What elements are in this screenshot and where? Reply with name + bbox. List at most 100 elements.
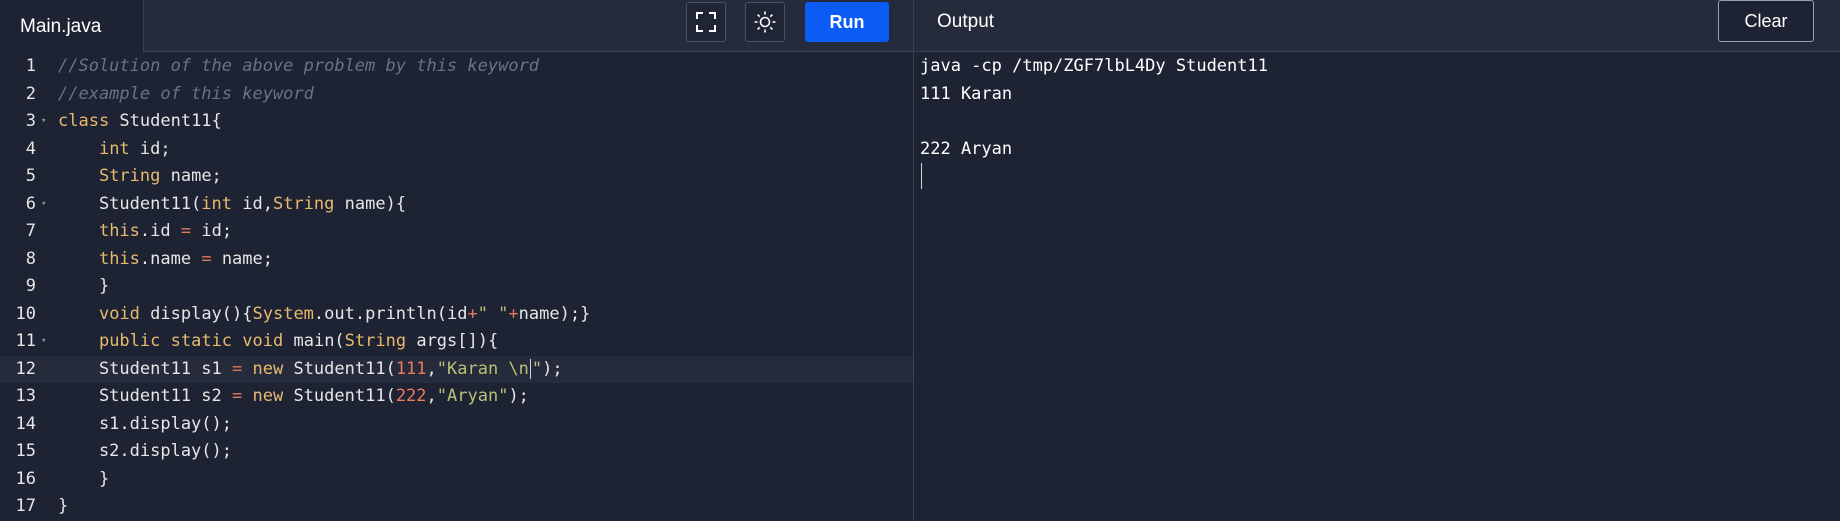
code-line[interactable]: 8 this.name = name; xyxy=(0,246,913,273)
code-line[interactable]: 6 ▾ Student11(int id,String name){ xyxy=(0,191,913,218)
code-line[interactable]: 13 Student11 s2 = new Student11(222,"Ary… xyxy=(0,383,913,410)
code-line[interactable]: 15 s2.display(); xyxy=(0,438,913,465)
code-token: Student11 s1 xyxy=(58,358,232,379)
code-text: String name; xyxy=(58,163,222,190)
line-number: 10 xyxy=(15,303,36,324)
code-token: } xyxy=(58,276,110,296)
tab-filename: Main.java xyxy=(20,15,102,37)
code-token: ); xyxy=(542,358,563,379)
code-text: int id; xyxy=(58,136,171,163)
code-token: this xyxy=(98,248,140,269)
code-token: new xyxy=(252,358,284,379)
code-text: //Solution of the above problem by this … xyxy=(58,53,539,80)
code-line[interactable]: 9 } xyxy=(0,273,913,300)
code-token: String xyxy=(98,166,161,186)
code-token: name){ xyxy=(334,193,407,214)
code-token: } xyxy=(58,496,69,516)
code-line[interactable]: 7 this.id = id; xyxy=(0,218,913,245)
code-token: "Aryan" xyxy=(436,386,509,406)
code-text: public static void main(String args[]){ xyxy=(58,328,498,355)
code-token: name; xyxy=(211,248,273,269)
code-token: void xyxy=(242,331,284,351)
code-token: , xyxy=(426,386,437,406)
line-number: 11 xyxy=(15,331,36,351)
code-text: Student11 s1 = new Student11(111,"Karan … xyxy=(58,356,563,383)
code-line[interactable]: 1 //Solution of the above problem by this… xyxy=(0,53,913,80)
theme-toggle-button[interactable] xyxy=(745,2,785,42)
code-line[interactable]: 3 ▾ class Student11{ xyxy=(0,108,913,135)
code-token: String xyxy=(344,331,407,351)
code-token: = xyxy=(180,221,192,241)
line-number: 9 xyxy=(25,276,36,296)
code-token: this xyxy=(98,221,140,241)
code-token: " xyxy=(531,358,543,379)
code-text: //example of this keyword xyxy=(58,81,314,108)
code-token: void xyxy=(98,303,140,324)
code-token: s1.display(); xyxy=(58,413,232,434)
tab-main-java[interactable]: Main.java xyxy=(0,0,144,53)
text-cursor xyxy=(529,358,531,379)
fullscreen-icon xyxy=(696,12,716,32)
code-line[interactable]: 17} xyxy=(0,493,913,520)
code-editor[interactable]: 1 //Solution of the above problem by this… xyxy=(0,52,913,521)
code-token: Student11 s2 xyxy=(58,386,232,406)
output-console[interactable]: java -cp /tmp/ZGF7lbL4Dy Student11 111 K… xyxy=(920,52,1840,521)
fullscreen-button[interactable] xyxy=(686,2,726,42)
line-number: 4 xyxy=(25,138,36,159)
code-token: //example of this keyword xyxy=(58,83,314,104)
code-token: main( xyxy=(283,331,345,351)
code-line[interactable]: 12 Student11 s1 = new Student11(111,"Kar… xyxy=(0,355,913,383)
code-text: s2.display(); xyxy=(58,438,232,465)
code-line[interactable]: 10 void display(){System.out.println(id+… xyxy=(0,301,913,328)
line-number: 16 xyxy=(15,468,36,489)
code-token: args[]){ xyxy=(406,331,499,351)
code-token: + xyxy=(508,303,519,324)
code-token: Student11( xyxy=(58,193,202,214)
line-number: 3 xyxy=(25,111,36,131)
line-number: 2 xyxy=(25,83,36,104)
clear-button[interactable]: Clear xyxy=(1718,0,1814,42)
code-line[interactable]: 16 } xyxy=(0,466,913,493)
line-number: 13 xyxy=(15,386,36,406)
line-number: 6 xyxy=(25,193,36,214)
code-line[interactable]: 4 int id; xyxy=(0,136,913,163)
code-token: System xyxy=(252,303,314,324)
line-number: 5 xyxy=(25,166,36,186)
output-title: Output xyxy=(937,11,995,32)
code-line[interactable]: 5 String name; xyxy=(0,163,913,190)
run-button[interactable]: Run xyxy=(805,2,889,42)
code-token: int xyxy=(201,193,233,214)
code-token: int xyxy=(98,138,130,159)
code-text: this.id = id; xyxy=(58,218,232,245)
code-token: 222 xyxy=(395,386,427,406)
code-token: //Solution of the above problem by this … xyxy=(58,56,540,76)
code-token: = xyxy=(232,358,243,379)
code-token: id, xyxy=(232,193,273,214)
panel-divider[interactable] xyxy=(913,0,914,521)
output-line: java -cp /tmp/ZGF7lbL4Dy Student11 xyxy=(920,56,1268,76)
code-line[interactable]: 14 s1.display(); xyxy=(0,411,913,438)
code-text: class Student11{ xyxy=(58,108,222,135)
output-line: 111 Karan xyxy=(920,84,1013,104)
top-toolbar: Main.java Run Output Clear xyxy=(0,0,1840,53)
line-number: 7 xyxy=(25,221,36,241)
code-line[interactable]: 2 //example of this keyword xyxy=(0,81,913,108)
code-token: name; xyxy=(160,166,222,186)
line-number: 12 xyxy=(15,358,36,379)
output-cursor xyxy=(921,163,922,189)
code-token: name);} xyxy=(518,303,591,324)
code-token: .id xyxy=(139,221,181,241)
code-line[interactable]: 11 ▾ public static void main(String args[… xyxy=(0,328,913,355)
code-token: .out.println(id xyxy=(313,303,468,324)
code-token: } xyxy=(58,468,110,489)
code-text: Student11(int id,String name){ xyxy=(58,191,406,218)
code-text: void display(){System.out.println(id+" "… xyxy=(58,301,590,328)
fold-chevron-icon[interactable]: ▾ xyxy=(41,328,46,355)
code-token: " " xyxy=(477,303,509,324)
fold-chevron-icon[interactable]: ▾ xyxy=(41,191,46,218)
code-token: id; xyxy=(129,138,171,159)
fold-chevron-icon[interactable]: ▾ xyxy=(41,108,46,135)
